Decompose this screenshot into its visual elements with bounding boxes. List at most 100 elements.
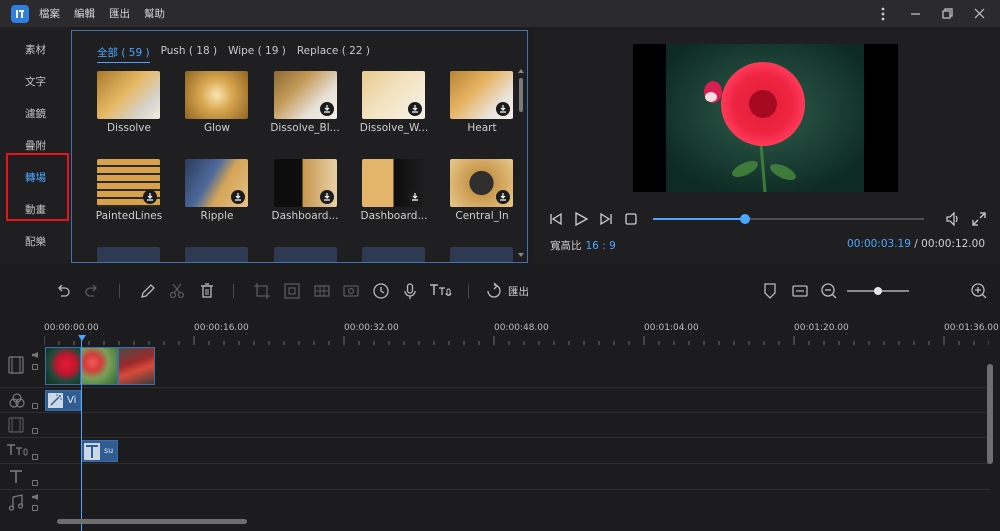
download-icon[interactable] bbox=[143, 190, 157, 204]
download-icon[interactable] bbox=[496, 190, 510, 204]
zoom-slider[interactable] bbox=[847, 287, 909, 295]
fit-timeline-icon[interactable] bbox=[791, 282, 809, 300]
next-frame-icon[interactable] bbox=[599, 212, 613, 229]
category-filters[interactable]: 濾鏡 bbox=[0, 97, 71, 129]
lock-icon[interactable] bbox=[32, 454, 38, 460]
effect-clip[interactable]: Vi bbox=[45, 390, 81, 411]
transition-thumb-partial[interactable] bbox=[362, 247, 425, 262]
playhead[interactable] bbox=[81, 336, 82, 531]
text-clip-label: su bbox=[104, 446, 114, 455]
stop-icon[interactable] bbox=[625, 213, 637, 228]
lock-icon[interactable] bbox=[32, 480, 38, 486]
timeline-vertical-scrollbar[interactable] bbox=[987, 364, 993, 464]
overlay-track bbox=[0, 413, 990, 438]
tab-all[interactable]: 全部 ( 59 ) bbox=[97, 45, 150, 63]
text-track: su bbox=[0, 438, 990, 464]
lock-icon[interactable] bbox=[32, 428, 38, 434]
volume-icon[interactable] bbox=[945, 211, 961, 230]
film-icon bbox=[8, 356, 24, 377]
title-track-header bbox=[0, 464, 44, 489]
zoom-slider-handle[interactable] bbox=[874, 287, 882, 295]
transition-thumb-dashboard-2[interactable] bbox=[362, 159, 425, 207]
transition-thumb-ripple[interactable] bbox=[185, 159, 248, 207]
video-clip-3[interactable] bbox=[118, 347, 155, 385]
crop-icon[interactable] bbox=[253, 282, 271, 300]
download-icon[interactable] bbox=[320, 190, 334, 204]
transition-thumb-partial[interactable] bbox=[185, 247, 248, 262]
download-icon[interactable] bbox=[320, 102, 334, 116]
close-icon[interactable] bbox=[968, 0, 990, 27]
menu-file[interactable]: 檔案 bbox=[39, 6, 60, 21]
time-ruler[interactable]: 00:00:00.00 00:00:16.00 00:00:32.00 00:0… bbox=[44, 314, 999, 346]
transition-thumb-partial[interactable] bbox=[450, 247, 513, 262]
video-clip-1[interactable] bbox=[45, 347, 81, 385]
transition-thumb-dissolve[interactable] bbox=[97, 71, 160, 119]
tab-push[interactable]: Push ( 18 ) bbox=[161, 45, 218, 63]
category-text[interactable]: 文字 bbox=[0, 65, 71, 97]
microphone-icon[interactable] bbox=[401, 282, 419, 300]
transition-thumb-central-in[interactable] bbox=[450, 159, 513, 207]
menu-edit[interactable]: 編輯 bbox=[74, 6, 95, 21]
marker-icon[interactable] bbox=[762, 282, 778, 300]
transition-thumb-dashboard-1[interactable] bbox=[274, 159, 337, 207]
speaker-icon[interactable] bbox=[32, 352, 38, 358]
fullscreen-icon[interactable] bbox=[971, 211, 987, 230]
download-icon[interactable] bbox=[408, 102, 422, 116]
panel-scrollbar[interactable] bbox=[519, 78, 523, 112]
transition-thumb-heart[interactable] bbox=[450, 71, 513, 119]
transition-label: PaintedLines bbox=[95, 210, 163, 222]
previous-frame-icon[interactable] bbox=[549, 212, 563, 229]
cut-icon[interactable] bbox=[168, 282, 186, 300]
more-menu-icon[interactable] bbox=[872, 0, 894, 27]
download-icon[interactable] bbox=[408, 190, 422, 204]
scroll-down-icon[interactable] bbox=[518, 253, 524, 257]
transition-thumb-glow[interactable] bbox=[185, 71, 248, 119]
mosaic-icon[interactable] bbox=[313, 282, 331, 300]
export-icon[interactable] bbox=[485, 282, 503, 300]
minimize-icon[interactable] bbox=[904, 0, 926, 27]
text-speech-icon bbox=[6, 443, 30, 462]
transition-thumb-dissolve-black[interactable] bbox=[274, 71, 337, 119]
tab-replace[interactable]: Replace ( 22 ) bbox=[297, 45, 370, 63]
text-to-speech-icon[interactable] bbox=[428, 282, 454, 300]
category-media[interactable]: 素材 bbox=[0, 33, 71, 65]
menu-export[interactable]: 匯出 bbox=[109, 6, 130, 21]
freeze-frame-icon[interactable] bbox=[342, 282, 360, 300]
timeline-horizontal-scrollbar[interactable] bbox=[57, 519, 247, 524]
aspect-ratio[interactable]: 寬高比 16 : 9 bbox=[550, 238, 616, 253]
transition-thumb-partial[interactable] bbox=[274, 247, 337, 262]
lock-icon[interactable] bbox=[32, 403, 38, 409]
category-music[interactable]: 配樂 bbox=[0, 225, 71, 257]
transition-thumb-partial[interactable] bbox=[97, 247, 160, 262]
progress-handle[interactable] bbox=[740, 214, 751, 224]
download-icon[interactable] bbox=[496, 102, 510, 116]
time-separator: / bbox=[914, 238, 918, 250]
zoom-frame-icon[interactable] bbox=[283, 282, 301, 300]
scroll-up-icon[interactable] bbox=[518, 69, 524, 73]
music-track-header bbox=[0, 490, 44, 516]
redo-icon[interactable] bbox=[83, 282, 101, 300]
tab-wipe[interactable]: Wipe ( 19 ) bbox=[228, 45, 286, 63]
export-button-label[interactable]: 匯出 bbox=[508, 284, 529, 299]
transition-thumb-dissolve-white[interactable] bbox=[362, 71, 425, 119]
play-icon[interactable] bbox=[573, 211, 589, 230]
undo-icon[interactable] bbox=[54, 282, 72, 300]
effects-track-header bbox=[0, 388, 44, 412]
zoom-out-icon[interactable] bbox=[820, 282, 838, 300]
zoom-in-icon[interactable] bbox=[970, 282, 988, 300]
video-clip-2[interactable] bbox=[81, 347, 118, 385]
duration-clock-icon[interactable] bbox=[372, 282, 390, 300]
playback-progress-bar[interactable] bbox=[653, 214, 924, 224]
text-clip[interactable]: su bbox=[81, 440, 118, 462]
lock-icon[interactable] bbox=[32, 505, 38, 511]
lock-icon[interactable] bbox=[32, 364, 38, 370]
download-icon[interactable] bbox=[231, 190, 245, 204]
restore-icon[interactable] bbox=[936, 0, 958, 27]
speaker-icon[interactable] bbox=[32, 494, 38, 500]
transition-thumb-paintedlines[interactable] bbox=[97, 159, 160, 207]
playhead-handle[interactable] bbox=[78, 335, 86, 341]
menu-help[interactable]: 幫助 bbox=[144, 6, 165, 21]
delete-icon[interactable] bbox=[198, 282, 216, 300]
edit-pencil-icon[interactable] bbox=[139, 282, 157, 300]
current-time: 00:00:03.19 bbox=[847, 238, 911, 250]
